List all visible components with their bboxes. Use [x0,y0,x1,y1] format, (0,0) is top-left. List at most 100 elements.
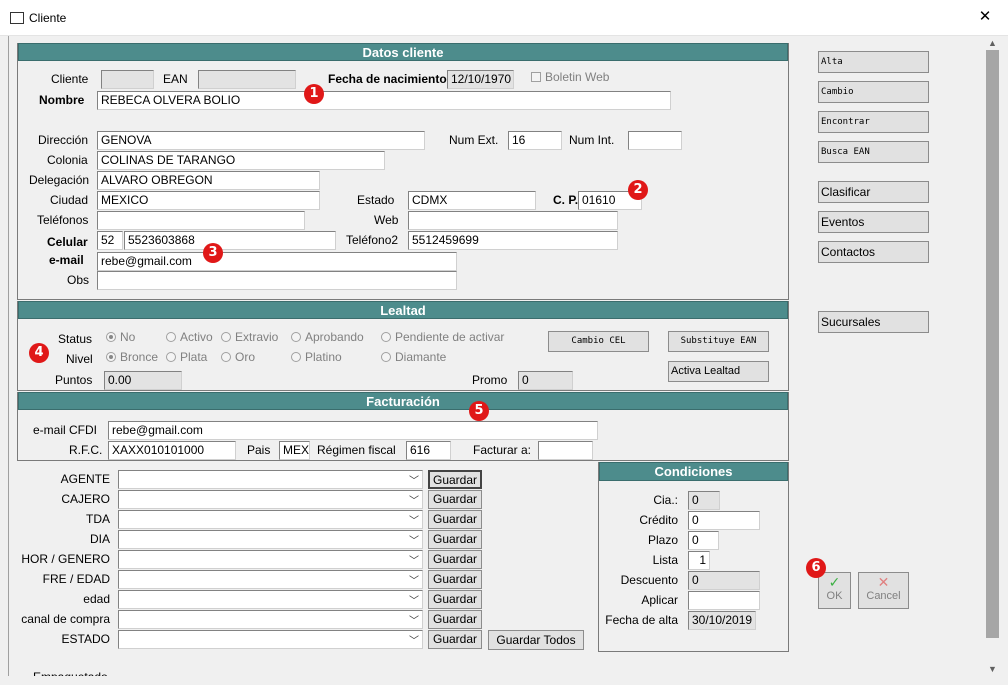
descuento-field[interactable]: 0 [688,571,760,590]
chevron-down-icon: ﹀ [409,536,419,547]
credito-field[interactable]: 0 [688,511,760,530]
hor-genero-select[interactable]: ﹀ [118,550,423,569]
cliente-label: Cliente [51,72,89,86]
guardar-edad-button[interactable]: Guardar [428,590,482,609]
clasificar-button[interactable]: Clasificar [818,181,929,203]
guardar-hor-genero-button[interactable]: Guardar [428,550,482,569]
title-bar: Cliente ✕ [0,0,1008,36]
estado-field[interactable]: CDMX [408,191,536,210]
email-cfdi-field[interactable]: rebe@gmail.com [108,421,598,440]
dia-select[interactable]: ﹀ [118,530,423,549]
regimen-fiscal-label: Régimen fiscal [317,443,396,457]
close-icon[interactable]: ✕ [975,6,995,28]
boletin-web-checkbox[interactable]: Boletin Web [531,70,609,84]
guardar-tda-button[interactable]: Guardar [428,510,482,529]
facturar-a-field[interactable] [538,441,593,460]
estado-select[interactable]: ﹀ [118,630,423,649]
lista-label: Lista [652,553,678,567]
canal-compra-select[interactable]: ﹀ [118,610,423,629]
nivel-plata-radio[interactable]: Plata [166,350,207,364]
celular-field[interactable]: 5523603868 [124,231,336,250]
alta-button[interactable]: Alta [818,51,929,73]
fre-edad-select[interactable]: ﹀ [118,570,423,589]
cliente-field[interactable] [101,70,154,89]
puntos-field[interactable]: 0.00 [104,371,182,390]
tda-select[interactable]: ﹀ [118,510,423,529]
cambio-cel-button[interactable]: Cambio CEL [548,331,649,352]
busca-ean-button[interactable]: Busca EAN [818,141,929,163]
eventos-button[interactable]: Eventos [818,211,929,233]
pais-field[interactable]: MEX [279,441,310,460]
guardar-todos-button[interactable]: Guardar Todos [488,630,584,650]
scroll-down-icon[interactable]: ▼ [984,662,1001,676]
rfc-field[interactable]: XAXX010101000 [108,441,236,460]
status-extravio-radio[interactable]: Extravio [221,330,278,344]
cambio-button[interactable]: Cambio [818,81,929,103]
delegacion-field[interactable]: ALVARO OBREGON [97,171,320,190]
aplicar-field[interactable] [688,591,760,610]
guardar-fre-edad-button[interactable]: Guardar [428,570,482,589]
agente-select[interactable]: ﹀ [118,470,423,489]
guardar-dia-button[interactable]: Guardar [428,530,482,549]
plazo-field[interactable]: 0 [688,531,719,550]
ean-field[interactable] [198,70,296,89]
chevron-down-icon: ﹀ [409,556,419,567]
telefonos-field[interactable] [97,211,305,230]
fecha-nacimiento-field[interactable]: 12/10/1970 [447,70,514,89]
guardar-canal-compra-button[interactable]: Guardar [428,610,482,629]
cia-field[interactable]: 0 [688,491,720,510]
promo-field[interactable]: 0 [518,371,573,390]
radio-icon [381,332,391,342]
check-icon: ✓ [828,574,841,590]
rfc-label: R.F.C. [69,443,103,457]
nivel-diamante-radio[interactable]: Diamante [381,350,446,364]
condiciones-header: Condiciones [599,462,788,481]
edad-select[interactable]: ﹀ [118,590,423,609]
scroll-up-icon[interactable]: ▲ [984,36,1001,50]
status-aprobando-radio[interactable]: Aprobando [291,330,364,344]
ciudad-field[interactable]: MEXICO [97,191,320,210]
num-int-field[interactable] [628,131,682,150]
direccion-label: Dirección [38,133,89,147]
scroll-thumb[interactable] [986,50,999,638]
ean-label: EAN [163,72,188,86]
web-field[interactable] [408,211,618,230]
nombre-field[interactable]: REBECA OLVERA BOLIO [97,91,671,110]
num-int-label: Num Int. [569,133,615,147]
chevron-down-icon: ﹀ [409,636,419,647]
status-pendiente-radio[interactable]: Pendiente de activar [381,330,504,344]
obs-field[interactable] [97,271,457,290]
annotation-badge-4: 4 [29,343,49,363]
direccion-field[interactable]: GENOVA [97,131,425,150]
cancel-button[interactable]: ✕ Cancel [858,572,909,609]
guardar-cajero-button[interactable]: Guardar [428,490,482,509]
fecha-alta-field[interactable]: 30/10/2019 [688,611,756,630]
regimen-fiscal-field[interactable]: 616 [406,441,451,460]
activa-lealtad-button[interactable]: Activa Lealtad [668,361,769,382]
nivel-oro-radio[interactable]: Oro [221,350,255,364]
encontrar-button[interactable]: Encontrar [818,111,929,133]
telefono2-label: Teléfono2 [346,233,399,247]
guardar-estado-button[interactable]: Guardar [428,630,482,649]
ok-button[interactable]: ✓ OK [818,572,851,609]
segment-label: HOR / GENERO [21,552,110,566]
colonia-field[interactable]: COLINAS DE TARANGO [97,151,385,170]
contactos-button[interactable]: Contactos [818,241,929,263]
credito-label: Crédito [639,513,678,527]
nivel-platino-radio[interactable]: Platino [291,350,342,364]
sucursales-button[interactable]: Sucursales [818,311,929,333]
status-activo-radio[interactable]: Activo [166,330,213,344]
cajero-select[interactable]: ﹀ [118,490,423,509]
guardar-agente-button[interactable]: Guardar [428,470,482,489]
num-ext-field[interactable]: 16 [508,131,562,150]
lista-field[interactable]: 1 [688,551,710,570]
telefono2-field[interactable]: 5512459699 [408,231,618,250]
celular-lada-field[interactable]: 52 [97,231,123,250]
status-no-radio[interactable]: No [106,330,135,344]
nivel-label: Nivel [66,352,93,366]
substituye-ean-button[interactable]: Substituye EAN [668,331,769,352]
annotation-badge-3: 3 [203,243,223,263]
nivel-bronce-radio[interactable]: Bronce [106,350,158,364]
email-field[interactable]: rebe@gmail.com [97,252,457,271]
window-icon [10,12,24,24]
